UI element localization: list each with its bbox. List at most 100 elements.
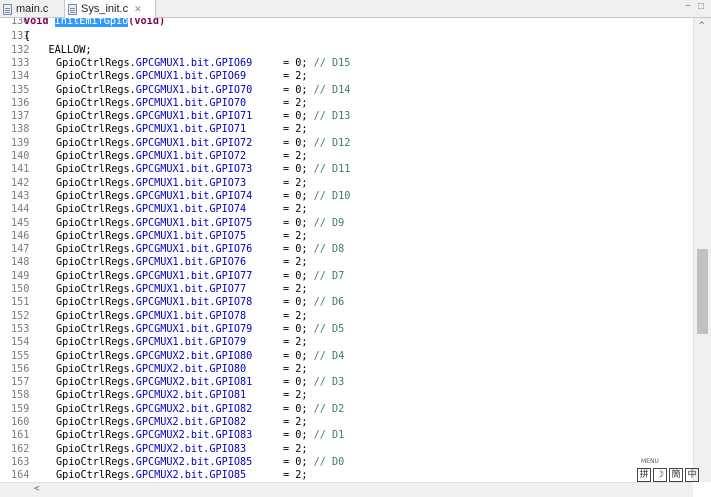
code-assign: = 2;	[246, 390, 308, 402]
code-comment: // D8	[313, 244, 345, 256]
line-code: GpioCtrlRegs.GPCMUX1.bit.GPIO75 = 2;	[56, 230, 307, 243]
code-field: GPCGMUX1.bit.GPIO75	[135, 217, 253, 229]
line-number: 152	[11, 310, 30, 322]
line-code: GpioCtrlRegs.GPCGMUX1.bit.GPIO73 = 0; //…	[56, 163, 350, 176]
code-field: GPCMUX2.bit.GPIO82	[135, 417, 247, 428]
code-object: GpioCtrlRegs.	[56, 284, 136, 295]
code-object: GpioCtrlRegs.	[56, 377, 136, 389]
scrollbar-thumb[interactable]	[697, 249, 708, 335]
code-field: GPCGMUX1.bit.GPIO79	[135, 323, 253, 335]
vertical-scrollbar[interactable]: ^	[693, 18, 711, 482]
code-object: GpioCtrlRegs.	[56, 244, 136, 256]
code-comment: // D1	[313, 430, 345, 442]
code-line: 150 GpioCtrlRegs.GPCMUX1.bit.GPIO77 = 2;	[0, 283, 693, 296]
horizontal-scrollbar[interactable]: <	[0, 482, 693, 497]
ime-toolbar[interactable]: 拼 ☽ 簡中	[637, 468, 701, 482]
code-line: 153 GpioCtrlRegs.GPCGMUX1.bit.GPIO79 = 0;…	[0, 323, 693, 336]
code-editor[interactable]: 130 void InitEmifGpio(void) 131{132 EALL…	[0, 18, 693, 482]
code-line: 149 GpioCtrlRegs.GPCGMUX1.bit.GPIO77 = 0;…	[0, 270, 693, 283]
code-assign: = 2;	[246, 470, 308, 482]
code-field: GPCGMUX1.bit.GPIO69	[135, 57, 253, 69]
ime-simplified-icon[interactable]: 簡	[669, 468, 683, 482]
code-field: GPCMUX1.bit.GPIO78	[135, 310, 247, 322]
tab-main-c[interactable]: main.c	[0, 0, 64, 18]
line-number: 147	[11, 244, 30, 256]
line-number: 159	[11, 403, 30, 415]
line-number: 148	[11, 257, 30, 269]
line-code: GpioCtrlRegs.GPCGMUX1.bit.GPIO71 = 0; //…	[56, 110, 350, 123]
code-line: 144 GpioCtrlRegs.GPCMUX1.bit.GPIO74 = 2;	[0, 203, 693, 216]
code-assign: = 0;	[252, 84, 314, 96]
code-object: GpioCtrlRegs.	[56, 137, 136, 149]
ime-moon-icon[interactable]: ☽	[653, 468, 667, 482]
scroll-left-icon[interactable]: <	[34, 484, 39, 494]
line-code: EALLOW;	[24, 44, 92, 56]
code-line: 142 GpioCtrlRegs.GPCMUX1.bit.GPIO73 = 2;	[0, 177, 693, 190]
line-code: GpioCtrlRegs.GPCGMUX2.bit.GPIO83 = 0; //…	[56, 429, 344, 442]
code-line: 140 GpioCtrlRegs.GPCMUX1.bit.GPIO72 = 2;	[0, 150, 693, 163]
code-object: GpioCtrlRegs.	[56, 337, 136, 349]
line-number: 153	[11, 323, 30, 335]
code-line: 136 GpioCtrlRegs.GPCMUX1.bit.GPIO70 = 2;	[0, 97, 693, 110]
line-number: 158	[11, 390, 30, 402]
line-code: GpioCtrlRegs.GPCMUX1.bit.GPIO69 = 2;	[56, 70, 307, 83]
code-object: GpioCtrlRegs.	[56, 217, 136, 229]
code-assign: = 2;	[246, 443, 308, 455]
code-object: GpioCtrlRegs.	[56, 151, 136, 162]
scroll-up-icon[interactable]: ^	[699, 21, 704, 31]
code-assign: = 0;	[252, 377, 314, 389]
code-field: GPCMUX1.bit.GPIO69	[135, 71, 247, 83]
code-line: 141 GpioCtrlRegs.GPCGMUX1.bit.GPIO73 = 0;…	[0, 163, 693, 176]
minimize-icon[interactable]: −	[685, 1, 691, 12]
close-tab-icon[interactable]: ✕	[134, 4, 142, 15]
line-code: GpioCtrlRegs.GPCMUX1.bit.GPIO73 = 2;	[56, 177, 307, 190]
line-number: 157	[11, 377, 30, 389]
ime-chinese-icon[interactable]: 中	[685, 468, 699, 482]
code-assign: = 0;	[252, 297, 314, 309]
code-line: 162 GpioCtrlRegs.GPCMUX2.bit.GPIO83 = 2;	[0, 443, 693, 456]
code-line: 159 GpioCtrlRegs.GPCGMUX2.bit.GPIO82 = 0;…	[0, 403, 693, 416]
code-assign: = 2;	[246, 310, 308, 322]
line-number: 163	[11, 456, 30, 468]
code-field: GPCMUX2.bit.GPIO83	[135, 443, 247, 455]
code-assign: = 2;	[246, 71, 308, 83]
code-comment: // D12	[313, 137, 351, 149]
code-comment: // D7	[313, 270, 345, 282]
tab-label: main.c	[16, 3, 49, 15]
code-object: GpioCtrlRegs.	[56, 57, 136, 69]
code-line: 155 GpioCtrlRegs.GPCGMUX2.bit.GPIO80 = 0;…	[0, 350, 693, 363]
line-code: GpioCtrlRegs.GPCMUX2.bit.GPIO82 = 2;	[56, 416, 307, 429]
code-object: GpioCtrlRegs.	[56, 111, 136, 123]
line-number: 137	[11, 111, 30, 123]
line-number: 145	[11, 217, 30, 229]
line-code: GpioCtrlRegs.GPCMUX1.bit.GPIO74 = 2;	[56, 203, 307, 216]
code-line: 156 GpioCtrlRegs.GPCMUX2.bit.GPIO80 = 2;	[0, 363, 693, 376]
code-field: GPCMUX2.bit.GPIO80	[135, 363, 247, 375]
line-number: 142	[11, 177, 30, 189]
line-number: 150	[11, 284, 30, 295]
code-assign: = 2;	[246, 363, 308, 375]
code-comment: // D14	[313, 84, 351, 96]
code-line: 161 GpioCtrlRegs.GPCGMUX2.bit.GPIO83 = 0;…	[0, 429, 693, 442]
code-object: GpioCtrlRegs.	[56, 257, 136, 269]
code-line: 131{	[0, 30, 693, 43]
line-code: GpioCtrlRegs.GPCGMUX2.bit.GPIO80 = 0; //…	[56, 350, 344, 363]
ime-pinyin-icon[interactable]: 拼	[637, 468, 651, 482]
tab-sys-init-c[interactable]: Sys_init.c ✕	[64, 0, 156, 18]
line-number: 146	[11, 230, 30, 242]
code-field: GPCGMUX1.bit.GPIO78	[135, 297, 253, 309]
code-field: GPCGMUX1.bit.GPIO76	[135, 244, 253, 256]
code-field: GPCGMUX2.bit.GPIO85	[135, 456, 253, 468]
code-assign: = 0;	[252, 111, 314, 123]
code-object: GpioCtrlRegs.	[56, 363, 136, 375]
line-code: {	[24, 31, 31, 43]
code-line: 160 GpioCtrlRegs.GPCMUX2.bit.GPIO82 = 2;	[0, 416, 693, 429]
code-field: GPCGMUX1.bit.GPIO70	[135, 84, 253, 96]
code-line: 137 GpioCtrlRegs.GPCGMUX1.bit.GPIO71 = 0;…	[0, 110, 693, 123]
line-code: GpioCtrlRegs.GPCMUX2.bit.GPIO85 = 2;	[56, 469, 307, 482]
code-line: 152 GpioCtrlRegs.GPCMUX1.bit.GPIO78 = 2;	[0, 310, 693, 323]
line-code: GpioCtrlRegs.GPCGMUX1.bit.GPIO72 = 0; //…	[56, 137, 350, 150]
line-number: 149	[11, 270, 30, 282]
maximize-icon[interactable]: □	[698, 1, 704, 12]
code-object: GpioCtrlRegs.	[56, 443, 136, 455]
